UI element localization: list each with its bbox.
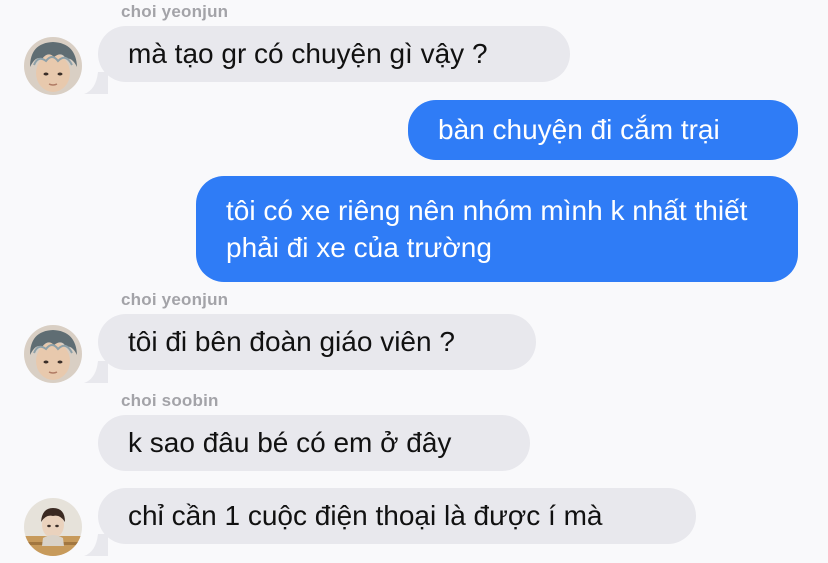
message-bubble-incoming[interactable]: mà tạo gr có chuyện gì vậy ?	[98, 26, 570, 82]
bubble-tail	[84, 361, 108, 383]
message-bubble-outgoing[interactable]: tôi có xe riêng nên nhóm mình k nhất thi…	[196, 176, 798, 282]
bubble-tail	[84, 534, 108, 556]
message-bubble-incoming[interactable]: k sao đâu bé có em ở đây	[98, 415, 530, 471]
message-bubble-incoming[interactable]: chỉ cần 1 cuộc điện thoại là được í mà	[98, 488, 696, 544]
message-bubble-outgoing[interactable]: bàn chuyện đi cắm trại	[408, 100, 798, 160]
sender-name: choi soobin	[121, 391, 219, 410]
chat-thread: choi yeonjun mà tạo gr có chuyện gì vậy …	[0, 0, 828, 563]
avatar-yeonjun[interactable]	[24, 37, 82, 95]
sender-name: choi yeonjun	[121, 2, 229, 21]
message-bubble-incoming[interactable]: tôi đi bên đoàn giáo viên ?	[98, 314, 536, 370]
bubble-tail	[84, 72, 108, 94]
avatar-soobin[interactable]	[24, 498, 82, 556]
sender-name: choi yeonjun	[121, 290, 229, 309]
avatar-yeonjun[interactable]	[24, 325, 82, 383]
